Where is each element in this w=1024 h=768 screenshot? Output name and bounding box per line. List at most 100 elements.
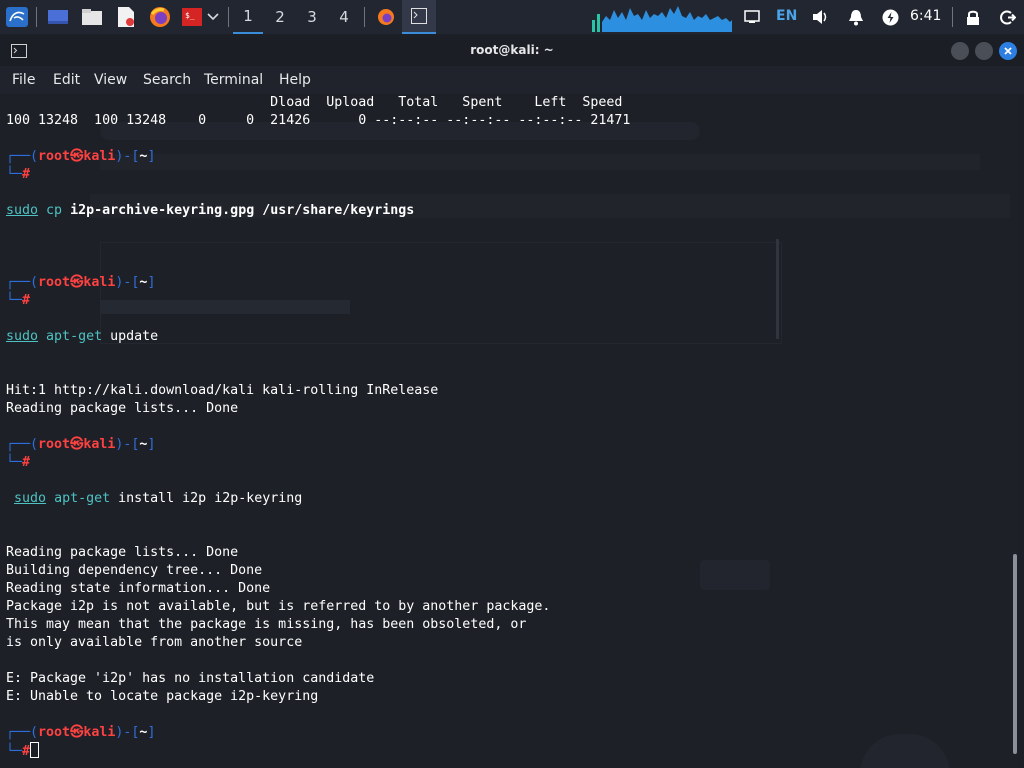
workspace-3[interactable]: 3 <box>297 0 327 34</box>
cmd-sudo: sudo <box>6 329 39 344</box>
workspace-1[interactable]: 1 <box>233 0 263 34</box>
text-editor-icon[interactable] <box>114 5 138 29</box>
prompt-host: kali <box>83 275 116 290</box>
terminal-scrollbar[interactable] <box>1012 94 1018 768</box>
panel-separator <box>952 7 953 27</box>
prompt-corner: └─ <box>6 455 23 470</box>
prompt-bracket: ] <box>147 437 156 452</box>
prompt-at: ㉿ <box>70 275 84 290</box>
terminal-task-icon <box>411 8 427 24</box>
menu-edit[interactable]: Edit <box>53 72 80 88</box>
scrollbar-thumb[interactable] <box>1013 554 1017 754</box>
menu-file[interactable]: File <box>12 72 35 88</box>
error-line: E: Package 'i2p' has no installation can… <box>6 671 375 686</box>
keyboard-layout[interactable]: EN <box>776 8 797 24</box>
prompt-corner: └─ <box>6 744 23 759</box>
ghost-shape <box>100 300 350 314</box>
prompt-bracket: )-[ <box>115 725 140 740</box>
output-line: is only available from another source <box>6 635 303 650</box>
prompt-corner: ┌──( <box>6 437 39 452</box>
prompt-corner: └─ <box>6 293 23 308</box>
firefox-icon[interactable] <box>148 5 172 29</box>
prompt-bracket: ] <box>147 149 156 164</box>
prompt-bracket: )-[ <box>115 275 140 290</box>
terminal-task-button[interactable] <box>402 0 436 34</box>
prompt-line-top: ┌──(root㉿kali)-[~] <box>6 148 155 166</box>
prompt-corner: ┌──( <box>6 725 39 740</box>
error-line: E: Unable to locate package i2p-keyring <box>6 689 319 704</box>
show-desktop-icon[interactable] <box>46 5 70 29</box>
workspace-label: 2 <box>275 8 285 26</box>
output-line: Package i2p is not available, but is ref… <box>6 599 551 614</box>
power-icon[interactable] <box>879 5 901 29</box>
window-titlebar[interactable]: root@kali: ~ <box>0 38 1024 66</box>
ghost-shape <box>700 560 770 590</box>
curl-progress: 100 13248 100 13248 0 0 21426 0 --:--:--… <box>6 113 631 128</box>
prompt-hash: # <box>22 293 31 308</box>
file-manager-icon[interactable] <box>80 5 104 29</box>
menu-bar: File Edit View Search Terminal Help <box>0 66 1024 94</box>
prompt-at: ㉿ <box>70 725 84 740</box>
volume-icon[interactable] <box>810 5 832 29</box>
svg-text:$_: $_ <box>185 11 195 20</box>
prompt-corner: └─ <box>6 167 23 182</box>
kali-menu-icon[interactable] <box>4 5 30 29</box>
panel-separator <box>228 7 229 27</box>
cmd-args: i2p-archive-keyring.gpg /usr/share/keyri… <box>70 203 415 218</box>
terminal-area[interactable]: Dload Upload Total Spent Left Speed 100 … <box>0 94 1014 768</box>
prompt-corner: ┌──( <box>6 275 39 290</box>
clock[interactable]: 6:41 <box>910 8 941 24</box>
menu-help[interactable]: Help <box>279 72 311 88</box>
lock-icon[interactable] <box>962 5 984 29</box>
chevron-down-icon[interactable] <box>204 5 222 29</box>
output-line: Hit:1 http://kali.download/kali kali-rol… <box>6 383 439 398</box>
prompt-hash: # <box>22 744 31 759</box>
cmd-bin: apt-get <box>46 329 103 344</box>
display-icon[interactable] <box>742 5 762 29</box>
menu-view[interactable]: View <box>94 72 127 88</box>
command-line: sudo cp i2p-archive-keyring.gpg /usr/sha… <box>6 202 414 220</box>
cmd-bin: cp <box>46 203 63 218</box>
prompt-line-bottom: └─# <box>6 166 30 184</box>
prompt-host: kali <box>83 437 116 452</box>
workspace-label: 1 <box>243 7 253 25</box>
prompt-hash: # <box>22 455 31 470</box>
menu-search[interactable]: Search <box>143 72 191 88</box>
output-line: Reading package lists... Done <box>6 545 239 560</box>
prompt-user: root <box>38 149 71 164</box>
panel-separator <box>364 7 365 27</box>
bell-icon[interactable] <box>845 5 867 29</box>
maximize-button[interactable] <box>975 42 993 60</box>
prompt-bracket: )-[ <box>115 437 140 452</box>
workspace-4[interactable]: 4 <box>329 0 359 34</box>
prompt-user: root <box>38 437 71 452</box>
ghost-shape <box>100 154 980 170</box>
terminal-red-icon[interactable]: $_ <box>180 5 204 29</box>
prompt-corner: ┌──( <box>6 149 39 164</box>
close-button[interactable] <box>999 42 1017 60</box>
prompt-line-bottom: └─# <box>6 742 40 761</box>
prompt-host: kali <box>83 725 116 740</box>
minimize-button[interactable] <box>951 42 969 60</box>
command-line: sudo apt-get install i2p i2p-keyring <box>6 490 302 508</box>
panel-separator <box>36 7 37 27</box>
prompt-user: root <box>38 275 71 290</box>
menu-terminal[interactable]: Terminal <box>204 72 263 88</box>
command-line: sudo apt-get update <box>6 328 158 346</box>
prompt-bracket: )-[ <box>115 149 140 164</box>
prompt-line-top: ┌──(root㉿kali)-[~] <box>6 274 155 292</box>
output-line: Reading state information... Done <box>6 581 271 596</box>
prompt-bracket: ] <box>147 275 156 290</box>
prompt-line-bottom: └─# <box>6 292 30 310</box>
output-line: Building dependency tree... Done <box>6 563 263 578</box>
workspace-2[interactable]: 2 <box>265 0 295 34</box>
logout-icon[interactable] <box>996 5 1018 29</box>
prompt-host: kali <box>83 149 116 164</box>
workspace-label: 3 <box>307 8 317 26</box>
output-line: This may mean that the package is missin… <box>6 617 527 632</box>
prompt-hash: # <box>22 167 31 182</box>
firefox-task-icon[interactable] <box>374 5 398 29</box>
cpu-graph <box>592 6 732 32</box>
ghost-shape <box>100 242 782 344</box>
cmd-args: install i2p i2p-keyring <box>118 491 303 506</box>
